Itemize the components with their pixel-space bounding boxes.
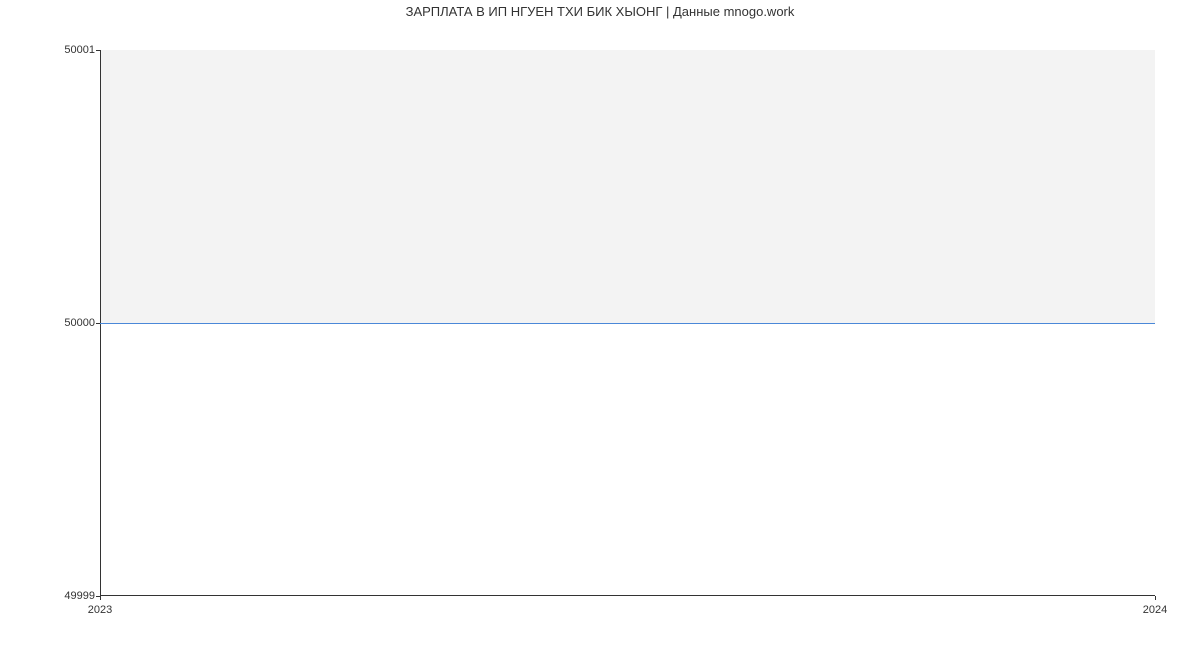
y-tick-label: 50000 <box>0 317 95 329</box>
y-tick-mark <box>96 323 100 324</box>
y-tick-label: 49999 <box>0 590 95 602</box>
x-tick-mark <box>100 596 101 600</box>
y-tick-mark <box>96 50 100 51</box>
chart-container: ЗАРПЛАТА В ИП НГУЕН ТХИ БИК ХЫОНГ | Данн… <box>0 0 1200 650</box>
chart-title: ЗАРПЛАТА В ИП НГУЕН ТХИ БИК ХЫОНГ | Данн… <box>0 4 1200 19</box>
x-tick-label: 2023 <box>88 604 112 616</box>
y-tick-label: 50001 <box>0 44 95 56</box>
data-line <box>100 323 1155 324</box>
x-tick-label: 2024 <box>1143 604 1167 616</box>
x-tick-mark <box>1155 596 1156 600</box>
